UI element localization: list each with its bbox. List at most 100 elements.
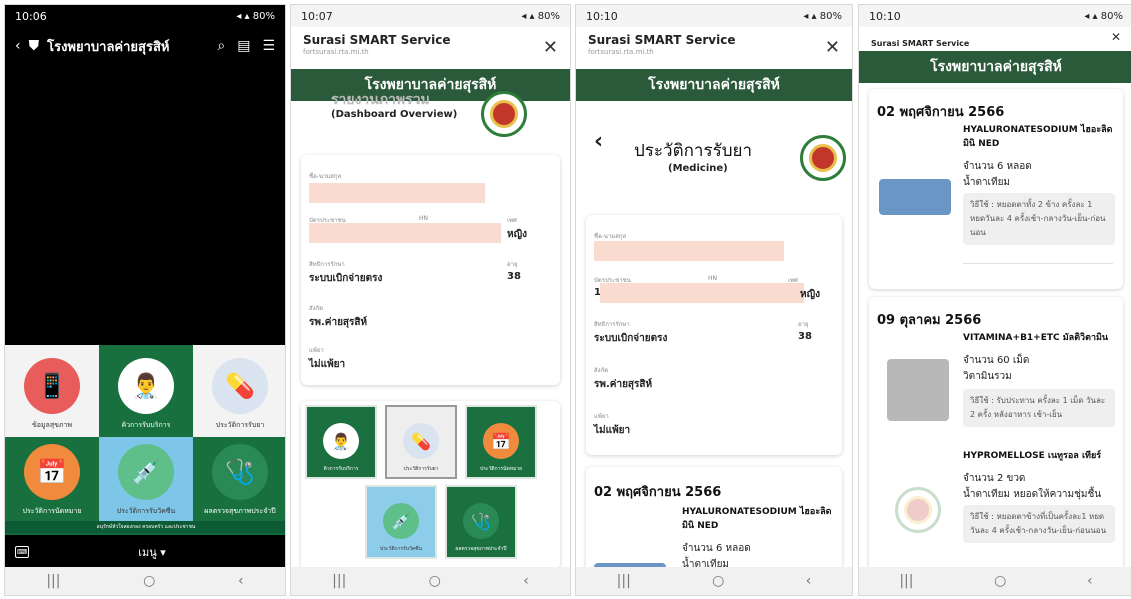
drug-name: HYPROMELLOSE เนทูรอล เทียร์ [963,451,1102,461]
tile-vaccine-history[interactable]: 💉 ประวัติการรับวัคซีน [99,437,193,523]
back-button[interactable]: ‹ [1087,573,1093,589]
back-button[interactable]: ‹ [806,573,812,589]
doctor-icon: 👨‍⚕️ [118,358,174,414]
system-nav: ||| ○ ‹ [859,567,1131,595]
recents-button[interactable]: ||| [332,573,346,589]
tile-service-queue[interactable]: 👨‍⚕️ คิวการรับบริการ [99,345,193,437]
page-heading: รายงานภาพรวม (Dashboard Overview) [291,92,570,151]
shield-icon: ⛊ [28,38,40,54]
drug-name-line2: มินิ NED [682,521,719,531]
mini-tile-medicine-history[interactable]: 💊 ประวัติการรับยา [385,405,457,479]
tile-label: ประวัติการรับยา [215,421,265,429]
back-button[interactable]: ‹ [523,573,529,589]
system-nav: ||| ○ ‹ [5,567,285,595]
tile-annual-checkup[interactable]: 🩺 ผลตรวจสุขภาพประจำปี [193,437,285,523]
hospital-band: โรงพยาบาลค่ายสุรสิห์ [576,69,852,101]
close-icon[interactable]: ✕ [543,37,558,58]
status-time: 10:10 [869,9,901,23]
page-subtitle: (Dashboard Overview) [331,109,458,120]
menu-strip: อนุรักษ์หัวใจสองกอง ครอบครัว และประชาชน [5,521,285,533]
mini-tile-annual-checkup[interactable]: 🩺 ผลตรวจสุขภาพประจำปี [445,485,517,559]
status-battery: ◂ ▴ 80% [1084,10,1123,22]
drug-name: HYALURONATESODIUM ไฮอะลิด [963,125,1113,135]
tile-appointment-history[interactable]: 📅 ประวัติการนัดหมาย [5,437,99,523]
mini-tile-label: คิวการรับบริการ [323,466,359,472]
mini-tile-service-queue[interactable]: 👨‍⚕️ คิวการรับบริการ [305,405,377,479]
mini-tile-label: ผลตรวจสุขภาพประจำปี [455,546,507,552]
label-unit: สังกัด [594,367,609,374]
vaccine-icon: 💉 [383,503,419,539]
label-allergy: แพ้ยา [309,347,324,354]
drug-qty: จำนวน 6 หลอด [682,543,751,554]
medicine-card: 09 ตุลาคม 2566 VITAMINA+B1+ETC มัลติวิตา… [869,297,1123,577]
calendar-icon: 📅 [24,444,80,500]
redacted-id [309,223,501,243]
page-title: ประวัติการรับยา [634,141,753,161]
app-bar: Surasi SMART Service ✕ [859,27,1131,49]
value-allergy: ไม่แพ้ยา [594,425,631,436]
chat-footer: ⌨ เมนู ▾ [5,535,285,569]
profile-card: ชื่อ-นามสกุล บัตรประชาชน HN เพศ 1 หญิง ส… [586,215,842,455]
tile-label: ประวัติการรับวัคซีน [116,507,176,515]
redacted-name [594,241,784,261]
label-name: ชื่อ-นามสกุล [594,233,627,240]
usage-hint: วิธีใช้ : หยอดตาข้างที่เป็นครั้งละ1 หยดว… [963,505,1115,543]
tile-health-info[interactable]: 📱 ข้อมูลสุขภาพ [5,345,99,437]
home-button[interactable]: ○ [994,573,1006,589]
hospital-band: โรงพยาบาลค่ายสุรสิห์ [859,51,1131,83]
label-allergy: แพ้ยา [594,413,609,420]
usage-hint: วิธีใช้ : หยอดตาทั้ง 2 ข้าง ครั้งละ 1 หย… [963,193,1115,245]
drug-name-line2: มินิ NED [963,139,1000,149]
profile-card: ชื่อ-นามสกุล บัตรประชาชน HN เพศ หญิง สิท… [301,155,560,385]
status-bar: 10:10 ◂ ▴ 80% [576,5,852,27]
hospital-emblem [481,91,527,137]
app-bar: Surasi SMART Service fortsurasi.rta.mi.t… [291,27,570,67]
status-time: 10:06 [15,9,47,23]
page-title: รายงานภาพรวม [331,92,430,108]
tile-medicine-history[interactable]: 💊 ประวัติการรับยา [193,345,285,437]
mini-tile-vaccine-history[interactable]: 💉 ประวัติการรับวัคซีน [365,485,437,559]
home-button[interactable]: ○ [143,573,155,589]
drug-kind: น้ำตาเทียม หยอดให้ความชุ่มชื้น [963,489,1102,500]
close-icon[interactable]: ✕ [825,37,840,58]
drug-qty: จำนวน 6 หลอด [963,161,1032,172]
home-button[interactable]: ○ [712,573,724,589]
keyboard-icon[interactable]: ⌨ [15,546,29,558]
phone-dashboard: 10:07 ◂ ▴ 80% Surasi SMART Service forts… [290,4,571,596]
recents-button[interactable]: ||| [46,573,60,589]
medicine-card: 02 พฤศจิกายน 2566 HYALURONATESODIUM ไฮอะ… [586,467,842,577]
label-unit: สังกัด [309,305,324,312]
home-button[interactable]: ○ [429,573,441,589]
status-battery: ◂ ▴ 80% [803,10,842,22]
app-name: Surasi SMART Service [871,39,970,48]
app-name: Surasi SMART Service [303,33,451,47]
status-bar: 10:07 ◂ ▴ 80% [291,5,570,27]
divider [963,263,1113,264]
back-button[interactable]: ‹ [238,573,244,589]
entry-date: 02 พฤศจิกายน 2566 [877,105,1005,120]
menu-icon[interactable]: ☰ [262,38,275,54]
status-battery: ◂ ▴ 80% [521,10,560,22]
app-bar: Surasi SMART Service fortsurasi.rta.mi.t… [576,27,852,67]
back-chevron-icon[interactable]: ‹ [594,129,603,154]
app-name: Surasi SMART Service [588,33,736,47]
status-bar: 10:06 ◂ ▴ 80% [5,5,285,27]
notes-icon[interactable]: ▤ [237,38,250,54]
drug-qty: จำนวน 60 เม็ด [963,355,1030,366]
menu-toggle[interactable]: เมนู ▾ [29,543,275,561]
recents-button[interactable]: ||| [899,573,913,589]
drug-photo [879,179,951,215]
search-icon[interactable]: ⌕ [217,38,225,54]
recents-button[interactable]: ||| [617,573,631,589]
mini-tile-appointment-history[interactable]: 📅 ประวัติการนัดหมาย [465,405,537,479]
calendar-icon: 📅 [483,423,519,459]
value-right: ระบบเบิกจ่ายตรง [594,333,668,344]
value-sex: หญิง [507,229,527,240]
back-icon[interactable]: ‹ [15,38,21,54]
tile-label: ผลตรวจสุขภาพประจำปี [204,507,276,515]
drug-name: HYALURONATESODIUM ไฮอะลิด [682,507,832,517]
close-icon[interactable]: ✕ [1111,30,1121,44]
phone-medicine: 10:10 ◂ ▴ 80% Surasi SMART Service forts… [575,4,853,596]
drug-kind: วิตามินรวม [963,371,1012,382]
page-subtitle: (Medicine) [668,163,728,174]
